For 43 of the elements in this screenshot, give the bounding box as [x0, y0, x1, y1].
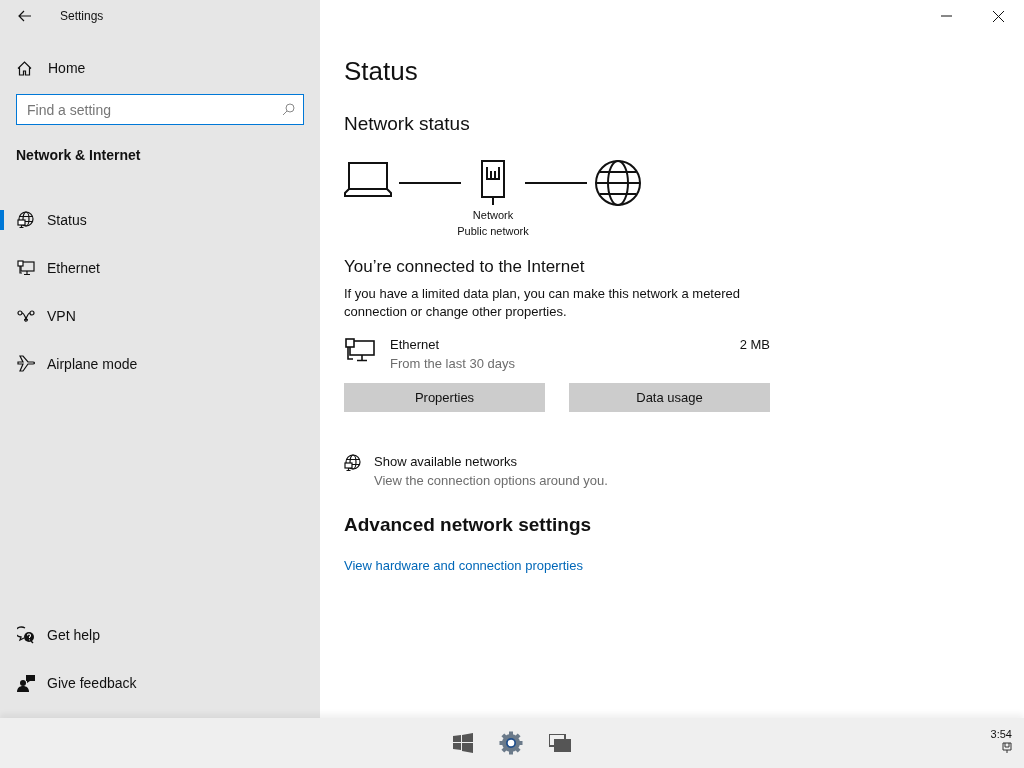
ethernet-icon: [17, 260, 35, 276]
action-button[interactable]: Data usage: [569, 383, 770, 412]
close-icon: [992, 10, 1004, 22]
option-title[interactable]: Show available networks: [374, 454, 608, 469]
feedback-person-icon: [17, 674, 35, 692]
footer-link[interactable]: Get help: [0, 625, 320, 645]
nav-item[interactable]: Ethernet: [0, 258, 320, 278]
section-heading: Advanced network settings: [344, 514, 593, 536]
option-subtitle: View the connection options around you.: [374, 473, 608, 488]
start-button[interactable]: [453, 733, 473, 753]
adapter-period: From the last 30 days: [390, 356, 516, 371]
globe-monitor-icon: [17, 211, 35, 229]
laptop-icon: [344, 159, 392, 197]
home-icon: [17, 60, 32, 76]
description: If you have a limited data plan, you can make this network a metered connection or change other properties.: [344, 285, 741, 321]
nav-item[interactable]: VPN: [0, 306, 320, 326]
globe-icon: [594, 159, 642, 207]
section-heading: Network status: [344, 113, 471, 135]
network-type: Public network: [457, 224, 529, 239]
nav-item[interactable]: Airplane mode: [0, 354, 320, 374]
search-icon: [282, 103, 295, 116]
section-heading: Network & Internet: [16, 147, 142, 163]
window-title: Settings: [60, 9, 104, 23]
vpn-icon: [17, 310, 35, 322]
connection-status: You’re connected to the Internet: [344, 257, 586, 277]
data-amount: 2 MB: [739, 337, 770, 354]
clock: 3:54: [990, 728, 1012, 740]
router-icon: [479, 159, 507, 207]
network-name: Network: [472, 208, 514, 223]
back-button[interactable]: [16, 8, 34, 24]
airplane-icon: [17, 355, 35, 373]
adapter-name: Ethernet: [390, 337, 441, 352]
page-title: Status: [344, 56, 419, 87]
footer-link[interactable]: Give feedback: [0, 673, 320, 693]
minimize-icon: [940, 15, 952, 17]
globe-monitor-icon: [344, 454, 362, 472]
home-link[interactable]: Home: [0, 56, 320, 80]
action-button[interactable]: Properties: [344, 383, 545, 412]
search-field[interactable]: Find a setting: [16, 94, 304, 125]
ethernet-icon: [344, 337, 376, 363]
properties-link[interactable]: View hardware and connection properties: [344, 558, 583, 573]
task-view-button[interactable]: [549, 734, 571, 752]
settings-icon[interactable]: [499, 731, 523, 755]
